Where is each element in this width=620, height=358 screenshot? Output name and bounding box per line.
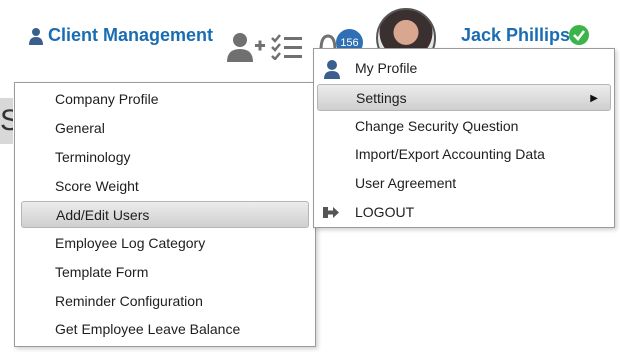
menu-item-my-profile[interactable]: My Profile — [317, 55, 611, 82]
logout-icon — [323, 207, 339, 218]
menu-item-terminology[interactable]: Terminology — [21, 144, 309, 171]
menu-item-user-agreement[interactable]: User Agreement — [317, 170, 611, 197]
client-management-link[interactable]: Client Management — [28, 25, 213, 46]
menu-item-label: Settings — [356, 90, 407, 106]
menu-item-get-employee-leave-balance[interactable]: Get Employee Leave Balance — [21, 316, 309, 343]
check-circle-icon — [569, 25, 589, 45]
background-heading-fragment: S — [0, 98, 13, 144]
menu-item-general[interactable]: General — [21, 115, 309, 142]
menu-item-label: My Profile — [355, 60, 418, 76]
user-icon — [29, 27, 43, 45]
menu-item-change-security-question[interactable]: Change Security Question — [317, 113, 611, 140]
add-user-icon[interactable] — [226, 32, 266, 62]
user-menu: My Profile Settings ▶ Change Security Qu… — [313, 48, 615, 228]
checklist-icon[interactable] — [271, 34, 303, 60]
menu-item-template-form[interactable]: Template Form — [21, 259, 309, 286]
menu-item-reminder-configuration[interactable]: Reminder Configuration — [21, 288, 309, 315]
user-name[interactable]: Jack Phillips — [461, 25, 570, 46]
user-icon — [324, 60, 340, 79]
menu-item-employee-log-category[interactable]: Employee Log Category — [21, 230, 309, 257]
menu-item-label: LOGOUT — [355, 204, 415, 220]
menu-item-add-edit-users[interactable]: Add/Edit Users — [21, 201, 309, 228]
menu-item-logout[interactable]: LOGOUT — [317, 199, 611, 226]
menu-item-company-profile[interactable]: Company Profile — [21, 86, 309, 113]
menu-item-score-weight[interactable]: Score Weight — [21, 173, 309, 200]
settings-submenu: Company Profile General Terminology Scor… — [14, 82, 316, 347]
submenu-arrow-icon: ▶ — [590, 93, 598, 104]
client-management-label: Client Management — [48, 25, 214, 45]
menu-item-settings[interactable]: Settings ▶ — [317, 84, 611, 111]
menu-item-import-export-accounting-data[interactable]: Import/Export Accounting Data — [317, 141, 611, 168]
